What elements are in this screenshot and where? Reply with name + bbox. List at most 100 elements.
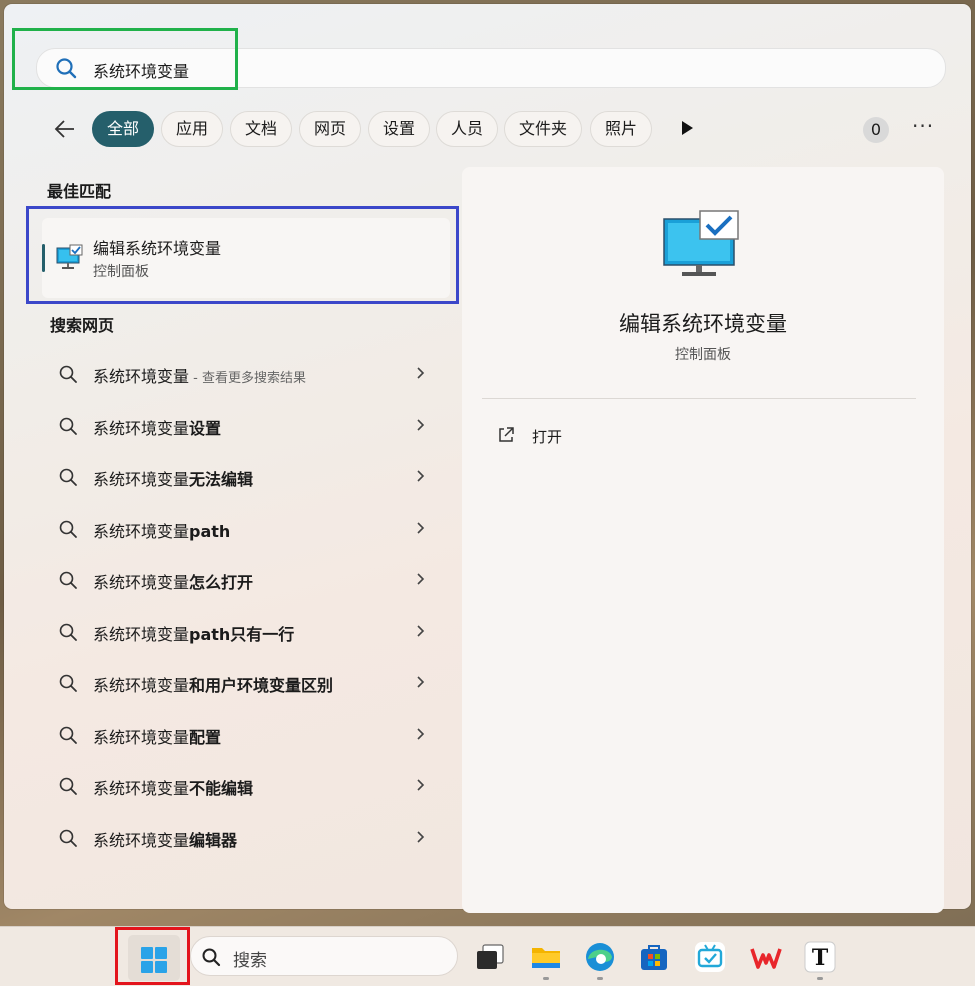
folder-icon[interactable] — [530, 941, 562, 973]
search-icon — [59, 623, 77, 641]
taskbar-search-label: 搜索 — [233, 951, 267, 971]
result-text: 系统环境变量怎么打开 — [93, 569, 253, 593]
more-tabs-play-icon[interactable] — [682, 121, 693, 135]
chevron-right-icon[interactable] — [414, 727, 428, 741]
open-external-icon — [499, 427, 514, 442]
web-search-result[interactable]: 系统环境变量 - 查看更多搜索结果 — [44, 354, 444, 394]
taskbar-search[interactable]: 搜索 — [190, 936, 458, 976]
edge-icon[interactable] — [584, 941, 616, 973]
more-options-icon[interactable]: ··· — [912, 114, 934, 138]
tab-all[interactable]: 全部 — [92, 111, 155, 147]
chevron-right-icon[interactable] — [414, 418, 428, 432]
search-icon — [59, 674, 77, 692]
search-icon — [202, 948, 221, 967]
chevron-right-icon[interactable] — [414, 521, 428, 535]
running-indicator — [597, 977, 603, 980]
chevron-right-icon[interactable] — [414, 675, 428, 689]
system-properties-icon — [663, 210, 739, 276]
result-text: 系统环境变量 - 查看更多搜索结果 — [93, 363, 306, 387]
result-prefix: 系统环境变量 — [93, 779, 190, 798]
result-prefix: 系统环境变量 — [93, 470, 190, 489]
web-search-result[interactable]: 系统环境变量无法编辑 — [44, 457, 444, 497]
tv-icon[interactable] — [694, 941, 726, 973]
tab-web[interactable]: 网页 — [299, 111, 362, 147]
detail-pane: 编辑系统环境变量 控制面板 打开 — [462, 167, 944, 913]
web-search-result[interactable]: 系统环境变量配置 — [44, 715, 444, 755]
tab-people[interactable]: 人员 — [436, 111, 499, 147]
annotation-box-best-match — [26, 206, 459, 304]
annotation-box-start — [115, 927, 190, 985]
result-suggestion: path只有一行 — [189, 624, 295, 644]
search-icon — [59, 726, 77, 744]
tab-settings[interactable]: 设置 — [368, 111, 431, 147]
result-text: 系统环境变量设置 — [93, 415, 221, 439]
web-search-result[interactable]: 系统环境变量path — [44, 509, 444, 549]
result-text: 系统环境变量和用户环境变量区别 — [93, 672, 333, 696]
result-prefix: 系统环境变量 — [93, 624, 190, 644]
chevron-right-icon[interactable] — [414, 624, 428, 638]
detail-subtitle: 控制面板 — [675, 347, 731, 363]
chevron-right-icon[interactable] — [414, 572, 428, 586]
result-suggestion: 无法编辑 — [189, 470, 254, 489]
result-prefix: 系统环境变量 — [93, 367, 190, 386]
result-suggestion: 怎么打开 — [189, 573, 254, 592]
store-icon[interactable] — [638, 941, 670, 973]
back-arrow-icon[interactable] — [52, 116, 78, 142]
result-prefix: 系统环境变量 — [93, 573, 190, 592]
chevron-right-icon[interactable] — [414, 830, 428, 844]
task-view-icon[interactable] — [474, 941, 506, 973]
chevron-right-icon[interactable] — [414, 366, 428, 380]
result-hint: - 查看更多搜索结果 — [189, 371, 306, 386]
open-action[interactable]: 打开 — [492, 421, 692, 451]
detail-title: 编辑系统环境变量 — [619, 312, 787, 336]
chevron-right-icon[interactable] — [414, 778, 428, 792]
result-suggestion: 不能编辑 — [189, 779, 254, 798]
result-text: 系统环境变量path — [93, 518, 230, 542]
result-prefix: 系统环境变量 — [93, 418, 190, 438]
search-icon — [59, 829, 77, 847]
running-indicator — [817, 977, 823, 980]
search-icon — [59, 365, 77, 383]
result-suggestion: 设置 — [189, 418, 222, 438]
filter-bar: 全部 应用 文档 网页 设置 人员 文件夹 照片 0 ··· — [44, 108, 944, 150]
result-text: 系统环境变量配置 — [93, 724, 221, 748]
result-prefix: 系统环境变量 — [93, 676, 190, 695]
best-match-heading: 最佳匹配 — [47, 182, 112, 201]
chevron-right-icon[interactable] — [414, 469, 428, 483]
tab-photos[interactable]: 照片 — [590, 111, 653, 147]
web-search-result[interactable]: 系统环境变量设置 — [44, 406, 444, 446]
open-action-label: 打开 — [532, 428, 563, 446]
result-suggestion: 编辑器 — [189, 830, 238, 850]
result-prefix: 系统环境变量 — [93, 727, 190, 747]
running-indicator — [543, 977, 549, 980]
svg-text:T: T — [812, 945, 829, 971]
count-badge[interactable]: 0 — [863, 117, 889, 143]
result-suggestion: path — [189, 521, 231, 541]
wps-icon[interactable] — [750, 941, 782, 973]
web-search-result[interactable]: 系统环境变量怎么打开 — [44, 560, 444, 600]
result-text: 系统环境变量path只有一行 — [93, 621, 294, 645]
web-search-result[interactable]: 系统环境变量path只有一行 — [44, 612, 444, 652]
tab-apps[interactable]: 应用 — [161, 111, 224, 147]
result-prefix: 系统环境变量 — [93, 830, 190, 850]
web-search-result[interactable]: 系统环境变量和用户环境变量区别 — [44, 663, 444, 703]
tab-folders[interactable]: 文件夹 — [504, 111, 583, 147]
result-text: 系统环境变量无法编辑 — [93, 466, 253, 490]
web-search-result[interactable]: 系统环境变量编辑器 — [44, 818, 444, 858]
typora-icon[interactable]: T — [804, 941, 836, 973]
search-icon — [59, 468, 77, 486]
search-icon — [59, 571, 77, 589]
search-icon — [59, 777, 77, 795]
search-icon — [59, 520, 77, 538]
tab-documents[interactable]: 文档 — [230, 111, 293, 147]
result-text: 系统环境变量不能编辑 — [93, 775, 253, 799]
result-text: 系统环境变量编辑器 — [93, 827, 237, 851]
divider — [482, 398, 916, 399]
web-search-heading: 搜索网页 — [50, 316, 115, 335]
search-icon — [59, 417, 77, 435]
start-search-panel: 系统环境变量 全部 应用 文档 网页 设置 人员 文件夹 照片 0 ··· 最佳… — [4, 4, 971, 913]
result-suggestion: 和用户环境变量区别 — [189, 676, 334, 695]
result-prefix: 系统环境变量 — [93, 521, 190, 541]
annotation-box-search — [12, 28, 238, 90]
web-search-result[interactable]: 系统环境变量不能编辑 — [44, 766, 444, 806]
